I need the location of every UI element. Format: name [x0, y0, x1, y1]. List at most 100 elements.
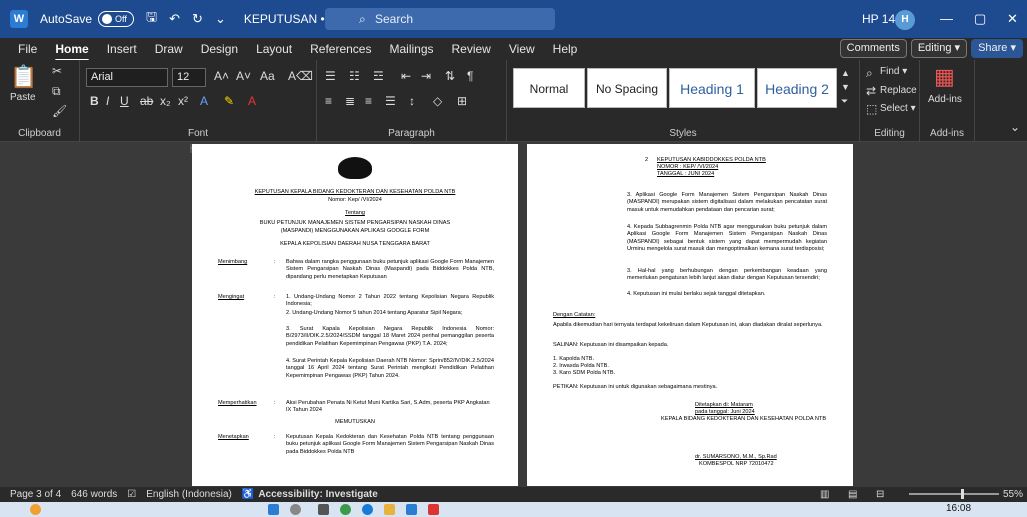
align-right-icon[interactable]: ≡ [365, 94, 372, 108]
style-heading-1[interactable]: Heading 1 [669, 68, 755, 108]
language-status[interactable]: English (Indonesia) [146, 489, 232, 500]
editing-mode-button[interactable]: Editing ▾ [910, 39, 968, 58]
tentang-label: Tentang [345, 210, 365, 216]
vertical-ruler[interactable] [0, 154, 12, 487]
styles-scroll-down-icon[interactable]: ▼ [841, 82, 850, 92]
focus-mode-icon[interactable]: ▥ [820, 489, 829, 500]
shading-icon[interactable]: ◇ [433, 94, 442, 108]
paste-icon[interactable]: 📋 [10, 64, 37, 90]
addins-button[interactable]: Add-ins [928, 94, 962, 105]
taskbar-search-icon[interactable] [290, 504, 301, 515]
grow-font-icon[interactable]: A˄ [214, 69, 229, 83]
tab-draw[interactable]: Draw [155, 42, 183, 56]
shrink-font-icon[interactable]: A˅ [236, 69, 251, 83]
decrease-indent-icon[interactable]: ⇤ [401, 69, 411, 83]
redo-icon[interactable]: ↻ [192, 11, 203, 27]
show-marks-icon[interactable]: ¶ [467, 69, 473, 83]
sort-icon[interactable]: ⇅ [445, 69, 455, 83]
tab-review[interactable]: Review [452, 42, 491, 56]
right-item-4: 4. Keputusan ini mulai berlaku sejak tan… [627, 291, 766, 297]
editing-label: Editing [874, 128, 905, 139]
accessibility-status[interactable]: Accessibility: Investigate [258, 489, 378, 500]
word-taskbar-icon[interactable] [406, 504, 417, 515]
print-layout-icon[interactable]: ▤ [848, 489, 857, 500]
styles-scroll-up-icon[interactable]: ▲ [841, 68, 850, 78]
borders-icon[interactable]: ⊞ [457, 94, 467, 108]
document-page-left[interactable]: KEPUTUSAN KEPALA BIDANG KEDOKTERAN DAN K… [192, 144, 518, 486]
numbering-icon[interactable]: ☷ [349, 69, 360, 83]
edge-icon[interactable] [362, 504, 373, 515]
task-view-icon[interactable] [318, 504, 329, 515]
word-count[interactable]: 646 words [71, 489, 117, 500]
style-normal[interactable]: Normal [513, 68, 585, 108]
text-effects-icon[interactable]: A [200, 94, 208, 108]
strikethrough-icon[interactable]: ab [140, 94, 153, 108]
tab-home[interactable]: Home [55, 42, 88, 56]
copy-icon[interactable]: ⧉ [52, 84, 61, 99]
font-family-select[interactable]: Arial [86, 68, 168, 87]
superscript-icon[interactable]: x² [178, 94, 188, 108]
line-spacing-icon[interactable]: ↕ [409, 94, 415, 108]
tab-references[interactable]: References [310, 42, 371, 56]
tab-mailings[interactable]: Mailings [389, 42, 433, 56]
style-heading-2[interactable]: Heading 2 [757, 68, 837, 108]
paste-label[interactable]: Paste [10, 92, 36, 103]
change-case-icon[interactable]: Aa [260, 69, 275, 83]
autosave-toggle[interactable]: Off [98, 11, 135, 27]
styles-more-icon[interactable]: ⏷ [841, 96, 848, 107]
align-center-icon[interactable]: ≣ [345, 94, 355, 108]
addins-group: ▦ Add-ins Add-ins [920, 60, 975, 142]
start-icon[interactable] [268, 504, 279, 515]
tab-layout[interactable]: Layout [256, 42, 292, 56]
style-no-spacing[interactable]: No Spacing [587, 68, 667, 108]
multilevel-list-icon[interactable]: ☲ [373, 69, 384, 83]
bold-icon[interactable]: B [90, 94, 99, 108]
tab-help[interactable]: Help [553, 42, 578, 56]
addins-icon[interactable]: ▦ [934, 64, 955, 90]
weather-icon[interactable] [30, 504, 41, 515]
share-button[interactable]: Share ▾ [971, 39, 1023, 58]
tab-insert[interactable]: Insert [107, 42, 137, 56]
collapse-ribbon-icon[interactable]: ⌄ [1010, 120, 1020, 134]
zoom-level[interactable]: 55% [1003, 489, 1023, 500]
highlight-icon[interactable]: ✎ [224, 94, 234, 108]
tab-design[interactable]: Design [201, 42, 238, 56]
search-box[interactable]: ⌕ Search [325, 8, 555, 30]
customize-qat-icon[interactable]: ⌄ [215, 11, 226, 27]
font-size-select[interactable]: 12 [172, 68, 206, 87]
app-icon[interactable] [428, 504, 439, 515]
tab-file[interactable]: File [18, 42, 37, 56]
proofing-icon[interactable]: ☑ [127, 489, 136, 500]
avatar[interactable]: H [895, 10, 915, 30]
file-explorer-icon[interactable] [384, 504, 395, 515]
chrome-icon[interactable] [340, 504, 351, 515]
select-button[interactable]: Select ▾ [880, 103, 916, 114]
cut-icon[interactable]: ✂ [52, 64, 62, 78]
save-icon[interactable]: 🖫 [146, 8, 157, 30]
font-color-icon[interactable]: A [248, 94, 256, 108]
maximize-button[interactable]: ▢ [974, 11, 986, 27]
document-page-right[interactable]: 2 KEPUTUSAN KABIDDOKKES POLDA NTB NOMOR … [527, 144, 853, 486]
close-button[interactable]: ✕ [1007, 11, 1018, 27]
autosave-label: AutoSave [40, 12, 93, 26]
clock[interactable]: 16:08 [946, 503, 971, 514]
format-painter-icon[interactable]: 🖌 [52, 104, 67, 118]
find-button[interactable]: Find ▾ [880, 66, 907, 77]
italic-icon[interactable]: I [106, 94, 109, 108]
bullets-icon[interactable]: ☰ [325, 69, 336, 83]
comments-button[interactable]: Comments [839, 39, 907, 58]
page-count[interactable]: Page 3 of 4 [10, 489, 61, 500]
undo-icon[interactable]: ↶ [169, 11, 180, 27]
zoom-slider[interactable] [909, 489, 999, 499]
clear-formatting-icon[interactable]: A⌫ [288, 69, 313, 83]
web-layout-icon[interactable]: ⊟ [876, 489, 884, 500]
subscript-icon[interactable]: x₂ [160, 94, 171, 108]
align-left-icon[interactable]: ≡ [325, 94, 332, 108]
tab-view[interactable]: View [509, 42, 535, 56]
minimize-button[interactable]: — [940, 11, 953, 26]
zoom-slider-thumb[interactable] [961, 489, 964, 499]
replace-button[interactable]: Replace [880, 85, 917, 96]
justify-icon[interactable]: ☰ [385, 94, 396, 108]
underline-icon[interactable]: U [120, 94, 129, 108]
increase-indent-icon[interactable]: ⇥ [421, 69, 431, 83]
